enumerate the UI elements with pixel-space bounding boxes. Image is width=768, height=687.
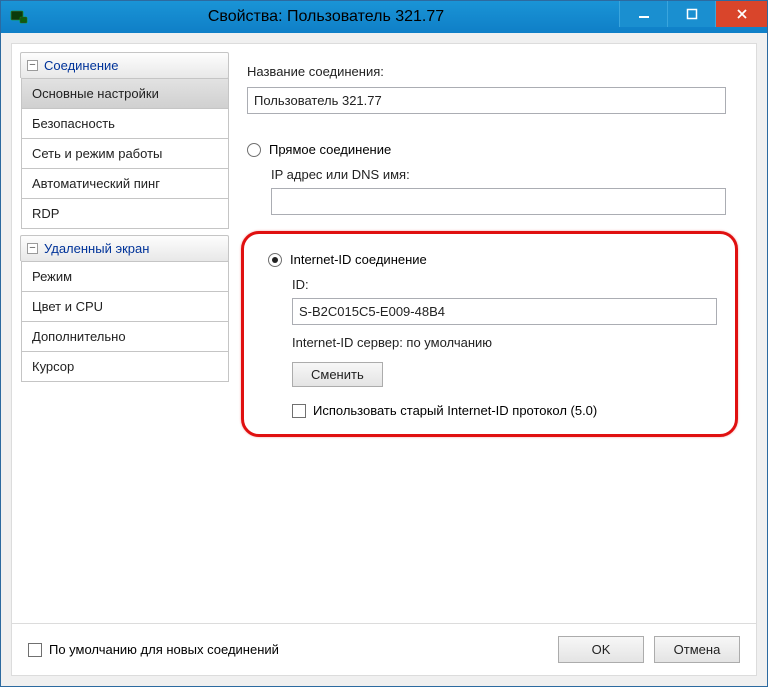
direct-connection-radio[interactable]: Прямое соединение [247,142,726,157]
sidebar-item-rdp[interactable]: RDP [21,199,229,229]
ip-dns-label: IP адрес или DNS имя: [271,167,726,182]
sidebar-group-label: Соединение [44,58,119,73]
ip-dns-input[interactable] [271,188,726,215]
change-server-button[interactable]: Сменить [292,362,383,387]
radio-icon [247,143,261,157]
window-title: Свойства: Пользователь 321.77 [33,8,619,26]
checkbox-label: По умолчанию для новых соединений [49,642,279,657]
id-label: ID: [292,277,717,292]
sidebar-group-remote-screen[interactable]: − Удаленный экран [20,235,229,262]
window-controls [619,1,767,33]
internet-id-server-label: Internet-ID сервер: по умолчанию [292,335,717,350]
sidebar-item-additional[interactable]: Дополнительно [21,322,229,352]
sidebar-group-connection-items: Основные настройки Безопасность Сеть и р… [20,78,229,229]
ok-button[interactable]: OK [558,636,644,663]
sidebar-group-label: Удаленный экран [44,241,149,256]
checkbox-icon [292,404,306,418]
titlebar: Свойства: Пользователь 321.77 [1,1,767,33]
dialog-footer: По умолчанию для новых соединений OK Отм… [12,623,756,675]
properties-window: Свойства: Пользователь 321.77 − Соединен… [0,0,768,687]
minimize-button[interactable] [619,1,667,27]
id-input[interactable] [292,298,717,325]
sidebar-item-network-mode[interactable]: Сеть и режим работы [21,139,229,169]
checkbox-label: Использовать старый Internet-ID протокол… [313,403,597,418]
connection-name-label: Название соединения: [247,64,726,79]
radio-icon [268,253,282,267]
close-button[interactable] [715,1,767,27]
client-area: − Соединение Основные настройки Безопасн… [1,33,767,686]
sidebar-group-remote-screen-items: Режим Цвет и CPU Дополнительно Курсор [20,261,229,382]
sidebar-item-color-cpu[interactable]: Цвет и CPU [21,292,229,322]
connection-name-input[interactable] [247,87,726,114]
sidebar-item-mode[interactable]: Режим [21,261,229,292]
checkbox-icon [28,643,42,657]
collapse-icon: − [27,243,38,254]
internet-id-highlight: Internet-ID соединение ID: Internet-ID с… [241,231,738,437]
sidebar-item-basic-settings[interactable]: Основные настройки [21,78,229,109]
default-for-new-checkbox[interactable]: По умолчанию для новых соединений [28,642,279,657]
radio-label: Internet-ID соединение [290,252,427,267]
sidebar-item-security[interactable]: Безопасность [21,109,229,139]
old-protocol-checkbox[interactable]: Использовать старый Internet-ID протокол… [292,403,717,418]
sidebar-item-auto-ping[interactable]: Автоматический пинг [21,169,229,199]
app-icon [5,3,33,31]
dialog-body: − Соединение Основные настройки Безопасн… [11,43,757,676]
collapse-icon: − [27,60,38,71]
sidebar-item-cursor[interactable]: Курсор [21,352,229,382]
cancel-button[interactable]: Отмена [654,636,740,663]
internet-id-radio[interactable]: Internet-ID соединение [268,252,717,267]
sidebar-group-connection[interactable]: − Соединение [20,52,229,79]
maximize-button[interactable] [667,1,715,27]
main-panel: Название соединения: Прямое соединение I… [237,44,756,623]
sidebar: − Соединение Основные настройки Безопасн… [12,44,237,623]
radio-label: Прямое соединение [269,142,391,157]
